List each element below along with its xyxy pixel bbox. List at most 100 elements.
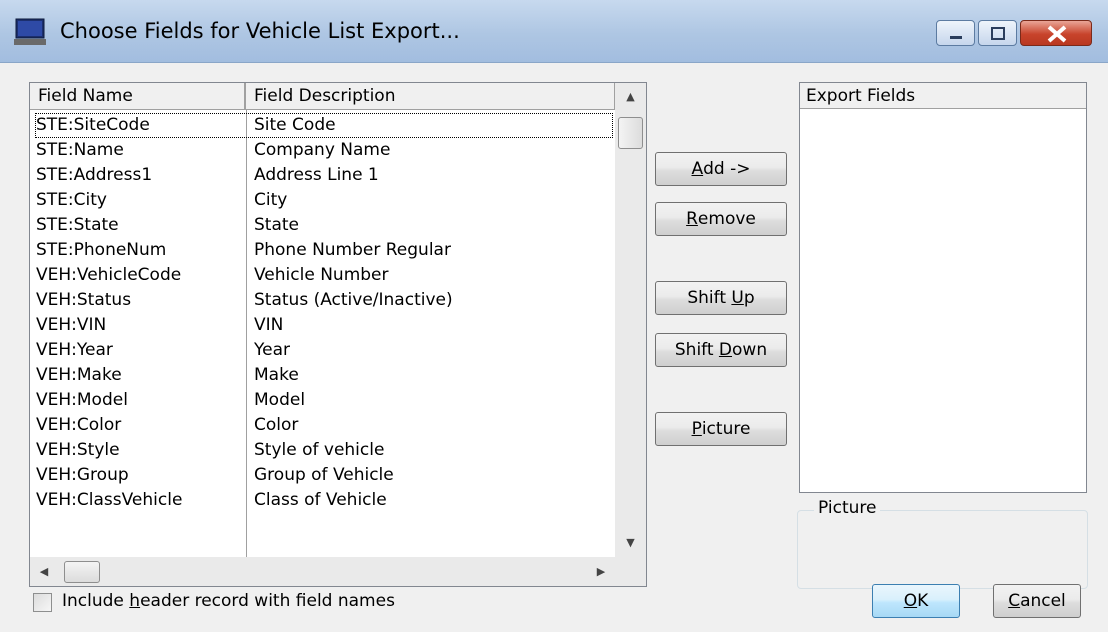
ok-button[interactable]: OK (872, 584, 960, 618)
field-description: Make (254, 365, 299, 385)
list-item[interactable]: STE:City City (30, 188, 615, 213)
field-description: Group of Vehicle (254, 465, 394, 485)
horizontal-scrollbar[interactable]: ◀ ▶ (30, 557, 615, 586)
remove-label-post: emove (697, 209, 756, 229)
picture-group (797, 510, 1088, 589)
shift-up-label-post: p (743, 288, 755, 308)
field-list-header: Field Name Field Description (30, 83, 615, 110)
field-description: Class of Vehicle (254, 490, 387, 510)
field-description: Phone Number Regular (254, 240, 451, 260)
window-title: Choose Fields for Vehicle List Export... (60, 19, 460, 43)
column-header-field-description[interactable]: Field Description (246, 83, 615, 109)
add-accesskey: A (691, 159, 704, 179)
shift-up-button[interactable]: Shift Up (655, 281, 787, 315)
scroll-down-icon[interactable]: ▼ (615, 529, 646, 557)
horizontal-scroll-thumb[interactable] (64, 561, 100, 583)
field-name: VEH:Make (36, 365, 122, 385)
field-name: VEH:Model (36, 390, 128, 410)
field-description: Site Code (254, 115, 336, 135)
field-description: City (254, 190, 288, 210)
header-record-label[interactable]: Include header record with field names (62, 591, 395, 611)
field-name: STE:PhoneNum (36, 240, 167, 260)
field-list[interactable]: Field Name Field Description STE:SiteCod… (29, 82, 647, 587)
minimize-icon (950, 36, 962, 39)
shift-down-label-post: own (732, 340, 768, 360)
remove-accesskey: R (686, 209, 698, 229)
field-description: Address Line 1 (254, 165, 379, 185)
close-icon (1047, 25, 1067, 43)
list-item[interactable]: VEH:ClassVehicle Class of Vehicle (30, 488, 615, 513)
list-item[interactable]: STE:PhoneNum Phone Number Regular (30, 238, 615, 263)
list-item[interactable]: STE:State State (30, 213, 615, 238)
picture-button[interactable]: Picture (655, 412, 787, 446)
field-name: STE:Address1 (36, 165, 153, 185)
list-item[interactable]: VEH:VIN VIN (30, 313, 615, 338)
remove-button[interactable]: Remove (655, 202, 787, 236)
list-item[interactable]: STE:SiteCode Site Code (35, 113, 613, 138)
ok-accesskey: O (903, 591, 918, 611)
list-item[interactable]: VEH:VehicleCode Vehicle Number (30, 263, 615, 288)
field-name: VEH:Status (36, 290, 132, 310)
add-button[interactable]: Add -> (655, 152, 787, 186)
field-name: VEH:VehicleCode (36, 265, 182, 285)
field-description: Style of vehicle (254, 440, 385, 460)
minimize-button[interactable] (936, 20, 975, 46)
maximize-button[interactable] (978, 20, 1017, 46)
list-item[interactable]: STE:Address1 Address Line 1 (30, 163, 615, 188)
maximize-icon (991, 27, 1005, 40)
picture-accesskey: P (691, 419, 702, 439)
field-description: Year (254, 340, 290, 360)
field-name: STE:Name (36, 140, 124, 160)
export-fields-list[interactable]: Export Fields (799, 82, 1087, 493)
column-header-field-name[interactable]: Field Name (30, 83, 246, 109)
scroll-up-icon[interactable]: ▲ (615, 83, 646, 111)
scroll-left-icon[interactable]: ◀ (30, 557, 58, 586)
field-list-rows: STE:SiteCode Site Code STE:Name Company Na… (30, 113, 615, 513)
field-description: State (254, 215, 299, 235)
cancel-accesskey: C (1008, 591, 1021, 611)
field-description: VIN (254, 315, 284, 335)
list-item[interactable]: VEH:Color Color (30, 413, 615, 438)
vertical-scroll-thumb[interactable] (618, 117, 643, 149)
list-item[interactable]: VEH:Make Make (30, 363, 615, 388)
field-name: VEH:VIN (36, 315, 107, 335)
export-fields-header[interactable]: Export Fields (800, 83, 1086, 109)
field-description: Color (254, 415, 299, 435)
list-item[interactable]: VEH:Status Status (Active/Inactive) (30, 288, 615, 313)
field-description: Model (254, 390, 306, 410)
field-name: VEH:Style (36, 440, 120, 460)
scrollbar-corner (615, 557, 646, 586)
picture-label-post: icture (701, 419, 751, 439)
title-bar[interactable]: Choose Fields for Vehicle List Export... (0, 0, 1108, 63)
shift-up-accesskey: U (731, 288, 744, 308)
header-record-checkbox[interactable] (33, 593, 52, 612)
field-name: STE:State (36, 215, 119, 235)
field-name: STE:SiteCode (36, 115, 150, 135)
list-item[interactable]: VEH:Style Style of vehicle (30, 438, 615, 463)
field-description: Company Name (254, 140, 391, 160)
cancel-button[interactable]: Cancel (993, 584, 1081, 618)
list-item[interactable]: VEH:Year Year (30, 338, 615, 363)
vertical-scrollbar[interactable]: ▲ ▼ (615, 83, 646, 558)
shift-down-accesskey: D (718, 340, 733, 360)
picture-group-label: Picture (814, 498, 881, 518)
header-record-label-post: eader record with field names (140, 591, 395, 611)
add-label-post: dd -> (703, 159, 751, 179)
field-name: VEH:Group (36, 465, 129, 485)
close-button[interactable] (1020, 20, 1092, 46)
computer-icon (14, 18, 46, 45)
cancel-label-post: ancel (1020, 591, 1066, 611)
shift-down-label-pre: Shift (674, 340, 719, 360)
ok-label-post: K (917, 591, 929, 611)
field-description: Vehicle Number (254, 265, 389, 285)
header-record-accesskey: h (129, 591, 141, 611)
list-item[interactable]: VEH:Group Group of Vehicle (30, 463, 615, 488)
field-name: VEH:Color (36, 415, 122, 435)
scroll-right-icon[interactable]: ▶ (587, 557, 615, 586)
field-name: VEH:Year (36, 340, 113, 360)
shift-down-button[interactable]: Shift Down (655, 333, 787, 367)
list-item[interactable]: STE:Name Company Name (30, 138, 615, 163)
list-item[interactable]: VEH:Model Model (30, 388, 615, 413)
field-description: Status (Active/Inactive) (254, 290, 453, 310)
field-name: STE:City (36, 190, 107, 210)
